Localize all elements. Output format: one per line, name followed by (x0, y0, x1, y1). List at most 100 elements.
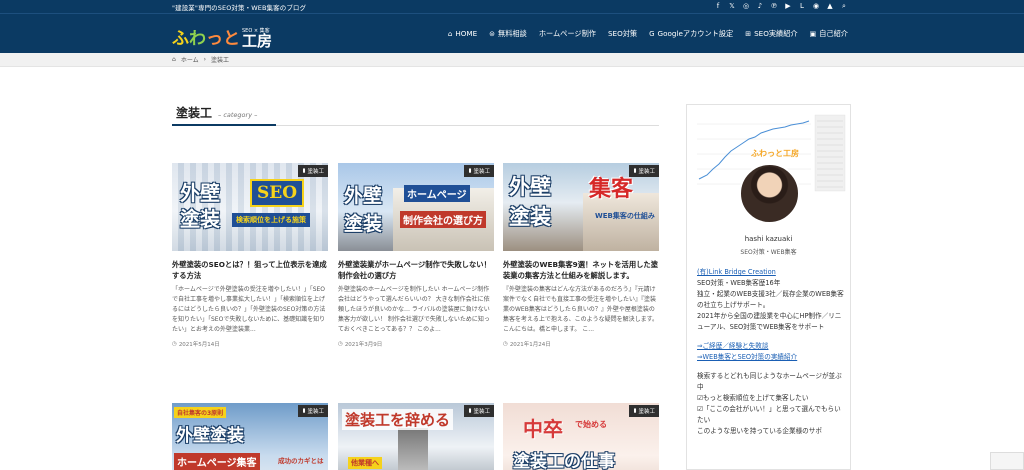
category-heading: 塗装工 – category – (172, 104, 659, 126)
main-content: 塗装工 – category – 外壁 塗装 SEO 検索順位を上げる施策 ▮ 塗… (172, 104, 659, 470)
instagram-icon[interactable]: ◎ (742, 3, 750, 10)
category-badge[interactable]: ▮ 塗装工 (629, 165, 659, 177)
profile-name: hashi kazuaki (744, 235, 793, 243)
sidebar-profile: ふわっと工房 hashi kazuaki SEO対策・WEB集客 (有)Link… (686, 104, 851, 470)
category-badge[interactable]: ▮ 塗装工 (629, 405, 659, 417)
post-card[interactable]: 中卒 で始める 塗装工の仕事 ▮ 塗装工 (503, 403, 659, 470)
post-thumbnail[interactable]: 塗装工を辞める 他業種へ ▮ 塗装工 (338, 403, 494, 470)
thumb-seo: SEO (250, 179, 305, 207)
post-card[interactable]: 外壁 塗装 ホームページ 制作会社の選び方 ▮ 塗装工 外壁塗装業がホームページ制… (338, 163, 494, 348)
post-title[interactable]: 外壁塗装のWEB集客9選！ネットを活用した塗装業の集客方法と仕組みを解説します。 (503, 259, 659, 281)
category-badge[interactable]: ▮ 塗装工 (464, 405, 494, 417)
breadcrumb: ⌂ ホーム › 塗装工 (0, 53, 1024, 67)
folder-icon: ▮ (302, 408, 306, 414)
breadcrumb-separator: › (203, 56, 207, 63)
post-thumbnail[interactable]: 外壁 塗装 SEO 検索順位を上げる施策 ▮ 塗装工 (172, 163, 328, 251)
site-header: ふわっと SEO × 集客 工房 ⌂ HOME ⊜ 無料相談 ホームページ制作 SE… (0, 13, 1024, 53)
bio-line: 2021年から全国の建設業を中心にHP制作／リニューアル、SEO対策でWEB集客… (697, 312, 842, 331)
post-date: ◷ 2021年5月14日 (172, 341, 220, 348)
logo-kobo: 工房 (242, 31, 273, 50)
thumb-text: 中卒 (523, 417, 563, 441)
thumb-caption: WEB集客の仕組み (595, 212, 655, 220)
thumb-text: 塗装工を辞める (342, 409, 454, 430)
category-badge[interactable]: ▮ 塗装工 (298, 165, 328, 177)
post-thumbnail[interactable]: 外壁 塗装 ホームページ 制作会社の選び方 ▮ 塗装工 (338, 163, 494, 251)
bio-line: ☑もっと検索順位を上げて集客したい (697, 394, 809, 402)
results-link[interactable]: ⇒WEB集客とSEO対策の実績紹介 (697, 353, 797, 361)
thumb-text: 外壁 (509, 174, 551, 199)
thumb-text: 塗装 (509, 204, 551, 229)
post-excerpt: 『外壁塗装の集客はどんな方法があるのだろう』『元請け案件でなく自社でも直接工事の… (503, 286, 659, 333)
nav-seo-results[interactable]: ⊞ SEO実績紹介 (745, 29, 797, 39)
post-card[interactable]: 塗装工を辞める 他業種へ ▮ 塗装工 (338, 403, 494, 470)
recaptcha-badge[interactable] (990, 452, 1024, 470)
nav-profile[interactable]: ▣ 自己紹介 (810, 29, 848, 39)
post-thumbnail[interactable]: 自社集客の3原則 外壁塗装 ホームページ集客 成功のカギとは ▮ 塗装工 (172, 403, 328, 470)
nav-homepage[interactable]: ホームページ制作 (539, 29, 596, 39)
thumb-caption: 他業種へ (348, 457, 382, 469)
pinterest-icon[interactable]: ℗ (770, 3, 778, 10)
bio-line: ☑「ここの会社がいい！」と思って選んでもらいたい (697, 405, 841, 424)
folder-icon: ▮ (633, 408, 637, 414)
bio-line: このような思いを持っている企業様のサポ (697, 427, 822, 435)
post-date: ◷ 2021年3月9日 (338, 341, 383, 348)
social-icons: f 𝕏 ◎ ♪ ℗ ▶ L ◉ ▲ ⌕ (714, 3, 848, 10)
thumb-text: 外壁塗装 (176, 426, 244, 446)
category-badge[interactable]: ▮ 塗装工 (298, 405, 328, 417)
post-excerpt: 「ホームページで外壁塗装の受注を増やしたい！」「SEOで自社工事を増やし事業拡大… (172, 286, 326, 333)
thumb-tag: 自社集客の3原則 (174, 407, 227, 418)
page-title: 塗装工 (176, 106, 213, 120)
folder-icon: ▮ (468, 168, 472, 174)
top-bar: "建設業"専門のSEO対策・WEB集客のブログ f 𝕏 ◎ ♪ ℗ ▶ L ◉ … (0, 0, 1024, 13)
company-link[interactable]: (有)Link Bridge Creation (697, 268, 776, 276)
site-tagline: "建設業"専門のSEO対策・WEB集客のブログ (172, 3, 307, 12)
home-icon: ⌂ (447, 29, 453, 38)
clock-icon: ◷ (172, 341, 177, 347)
search-icon[interactable]: ⌕ (840, 3, 848, 10)
chat-icon: ⊜ (489, 29, 496, 38)
career-link[interactable]: ⇒ご経歴／経験と失敗談 (697, 342, 768, 350)
page-subtitle: – category – (218, 111, 258, 119)
youtube-icon[interactable]: ▶ (784, 3, 792, 10)
category-badge[interactable]: ▮ 塗装工 (464, 165, 494, 177)
nav-free-consult[interactable]: ⊜ 無料相談 (489, 29, 527, 39)
post-title[interactable]: 外壁塗装のSEOとは？！狙って上位表示を達成する方法 (172, 259, 328, 281)
id-card-icon: ▣ (809, 29, 817, 38)
post-card[interactable]: 外壁 塗装 SEO 検索順位を上げる施策 ▮ 塗装工 外壁塗装のSEOとは？！狙っ… (172, 163, 328, 348)
avatar (739, 163, 800, 224)
x-icon[interactable]: 𝕏 (728, 3, 736, 10)
post-title[interactable]: 外壁塗装業がホームページ制作で失敗しない！制作会社の選び方 (338, 259, 494, 281)
thumb-text: 塗装 (344, 213, 383, 235)
folder-icon: ▮ (468, 408, 472, 414)
nav-seo[interactable]: SEO対策 (608, 29, 637, 39)
post-thumbnail[interactable]: 外壁 塗装 集客 WEB集客の仕組み ▮ 塗装工 (503, 163, 659, 251)
nav-google-account[interactable]: G Googleアカウント設定 (649, 29, 733, 39)
post-card[interactable]: 自社集客の3原則 外壁塗装 ホームページ集客 成功のカギとは ▮ 塗装工 (172, 403, 328, 470)
post-thumbnail[interactable]: 中卒 で始める 塗装工の仕事 ▮ 塗装工 (503, 403, 659, 470)
feedly-icon[interactable]: ▲ (826, 3, 834, 10)
post-date: ◷ 2021年1月24日 (503, 341, 551, 348)
logo-text: ふわっと (172, 28, 240, 49)
clock-icon: ◷ (338, 341, 343, 347)
folder-icon: ▮ (633, 168, 637, 174)
facebook-icon[interactable]: f (714, 3, 722, 10)
folder-icon: ▮ (302, 168, 306, 174)
thumb-caption: 検索順位を上げる施策 (232, 213, 310, 227)
site-logo[interactable]: ふわっと SEO × 集客 工房 (172, 19, 272, 49)
clock-icon: ◷ (503, 341, 508, 347)
thumb-caption: 制作会社の選び方 (400, 211, 486, 228)
breadcrumb-current: 塗装工 (211, 57, 230, 64)
bio-line: SEO対策・WEB集客歴16年 (697, 279, 781, 287)
home-icon: ⌂ (172, 56, 176, 63)
thumb-red: 集客 (589, 176, 634, 202)
breadcrumb-home[interactable]: ホーム (181, 55, 199, 64)
rss-icon[interactable]: ◉ (812, 3, 820, 10)
chart-icon: ⊞ (745, 29, 752, 38)
thumb-text: 外壁 (344, 185, 383, 207)
post-card[interactable]: 外壁 塗装 集客 WEB集客の仕組み ▮ 塗装工 外壁塗装のWEB集客9選！ネット… (503, 163, 659, 348)
line-icon[interactable]: L (798, 3, 806, 10)
nav-home[interactable]: ⌂ HOME (448, 29, 477, 38)
bio-line: 独立・起業のWEB支援3社／既存企業のWEB集客の社立ち上げサポート。 (697, 290, 844, 309)
tiktok-icon[interactable]: ♪ (756, 3, 764, 10)
profile-bio: (有)Link Bridge Creation SEO対策・WEB集客歴16年 … (697, 267, 847, 437)
